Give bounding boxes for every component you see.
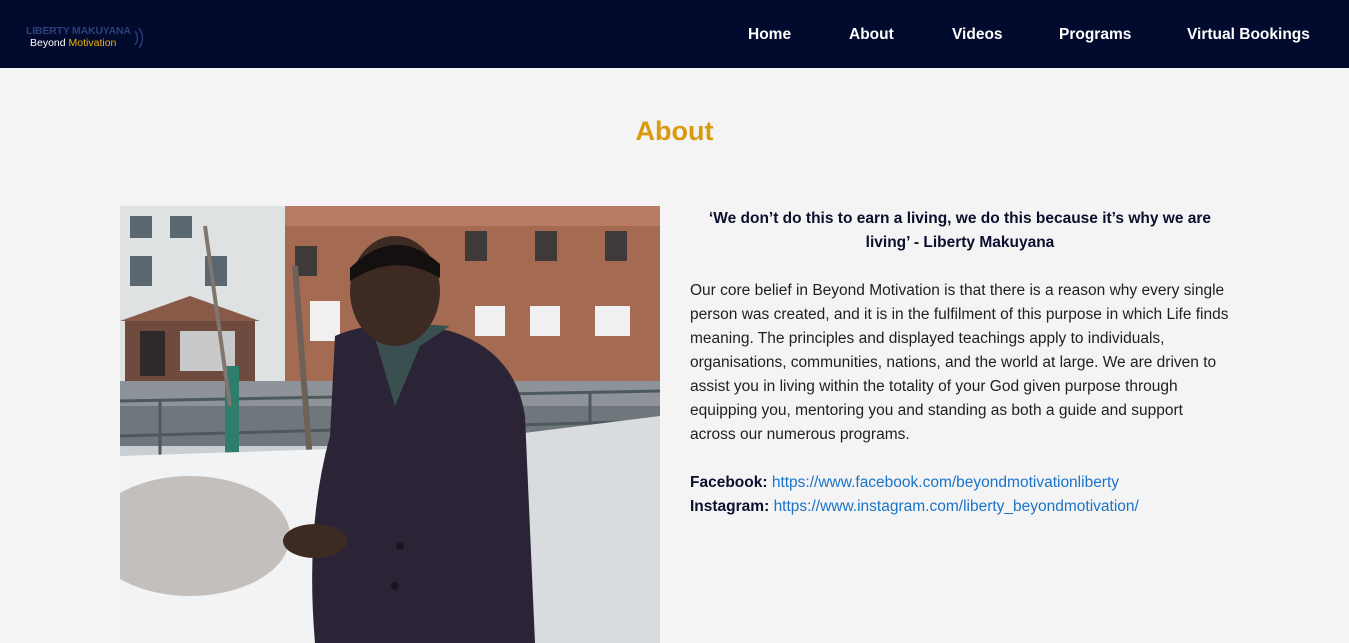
facebook-link[interactable]: https://www.facebook.com/beyondmotivatio… (772, 474, 1119, 491)
nav-virtual-bookings[interactable]: Virtual Bookings (1187, 26, 1310, 44)
profile-photo (120, 206, 660, 643)
nav-programs[interactable]: Programs (1059, 26, 1131, 44)
logo-name: LIBERTY MAKUYANA (26, 25, 131, 37)
nav-about[interactable]: About (849, 26, 894, 44)
founder-quote: ‘We don’t do this to earn a living, we d… (708, 210, 1212, 251)
facebook-row: Facebook: https://www.facebook.com/beyon… (690, 471, 1290, 495)
instagram-row: Instagram: https://www.instagram.com/lib… (690, 495, 1290, 519)
site-logo[interactable]: LIBERTY MAKUYANA Beyond Motivation (26, 25, 151, 51)
page-title: About (635, 116, 714, 146)
photo-illustration (120, 206, 660, 643)
instagram-label: Instagram: (690, 498, 770, 515)
facebook-label: Facebook: (690, 474, 768, 491)
nav-videos[interactable]: Videos (952, 26, 1003, 44)
navbar: LIBERTY MAKUYANA Beyond Motivation Home … (0, 0, 1349, 68)
sound-waves-icon (134, 27, 144, 49)
nav-home[interactable]: Home (748, 26, 791, 44)
about-description: Our core belief in Beyond Motivation is … (690, 282, 1229, 443)
instagram-link[interactable]: https://www.instagram.com/liberty_beyond… (774, 498, 1139, 515)
logo-tagline: Beyond Motivation (30, 37, 117, 49)
